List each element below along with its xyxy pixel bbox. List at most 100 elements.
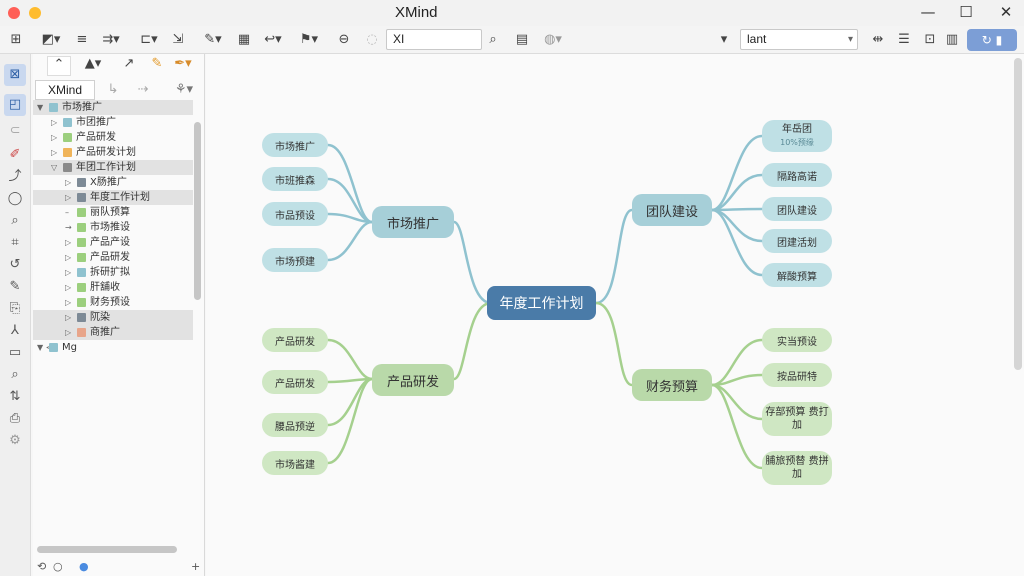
structure-icon[interactable]: ⊏▾ <box>134 29 164 51</box>
tree-item[interactable]: ▷ 年度工作计划 <box>33 190 193 205</box>
subtopic-market-3[interactable]: 市品预设 <box>262 202 328 226</box>
canvas-scrollbar[interactable] <box>1014 58 1022 370</box>
tree-item[interactable]: ▷ 市团推广 <box>33 115 193 130</box>
stats-icon[interactable]: ▥ <box>942 29 962 51</box>
tree-expand-icon[interactable]: ▷ <box>65 295 71 310</box>
tree-item[interactable]: ▼ 市场推广 <box>33 100 193 115</box>
search-rail-icon[interactable]: ⌕ <box>4 364 26 386</box>
arrow-tool-icon[interactable]: ↗ <box>119 56 139 76</box>
search-icon[interactable]: ⌕ <box>484 29 502 51</box>
add-topic-button[interactable]: + <box>191 560 200 573</box>
subtopic-finance-2[interactable]: 按品研特 <box>762 363 832 387</box>
connector-icon[interactable]: ⤴ <box>4 166 26 188</box>
tree-item[interactable]: → 市场推设 <box>33 220 193 235</box>
edit-icon[interactable]: ✎ <box>4 276 26 298</box>
settings-icon[interactable]: ⚙ <box>4 430 26 452</box>
root-topic[interactable]: 年度工作计划 <box>487 286 596 320</box>
tree-expand-icon[interactable]: ▷ <box>65 310 71 325</box>
tree-expand-icon[interactable]: ▷ <box>65 280 71 295</box>
sort-icon[interactable]: ⇅ <box>4 386 26 408</box>
brush-icon[interactable]: ✐ <box>4 144 26 166</box>
tree-item[interactable]: ▷ 肝舖收 <box>33 280 193 295</box>
main-topic-team[interactable]: 团队建设 <box>632 194 712 226</box>
zoom-out-icon[interactable]: ⊖ <box>334 29 354 51</box>
tree-expand-icon[interactable]: ▷ <box>51 115 57 130</box>
subtopic-team-5[interactable]: 解酸预算 <box>762 263 832 287</box>
share-icon[interactable]: ◍▾ <box>538 29 568 51</box>
refresh-icon[interactable]: ⟲ <box>37 560 46 573</box>
subtopic-product-1[interactable]: 产品研发 <box>262 328 328 352</box>
ellipse-icon[interactable]: ◯ <box>4 188 26 210</box>
branch-panel-icon[interactable]: ⇢ <box>133 82 153 102</box>
tree-expand-icon[interactable]: ▷ <box>65 250 71 265</box>
list-icon[interactable]: ☰ <box>894 29 914 51</box>
tree-item[interactable]: ▷ 产品研发计划 <box>33 145 193 160</box>
theme-icon[interactable]: ▦ <box>234 29 254 51</box>
split-icon[interactable]: ⅄ <box>4 320 26 342</box>
branch-icon[interactable]: ⇲ <box>168 29 188 51</box>
align-icon[interactable]: ≡ <box>72 29 92 51</box>
subtopic-market-1[interactable]: 市场推广 <box>262 133 328 157</box>
line-tool-icon[interactable]: ⌃ <box>47 56 71 76</box>
search-input[interactable]: XI <box>386 29 482 50</box>
panel-scrollbar-vertical[interactable] <box>194 122 201 300</box>
fill-tool-icon[interactable]: ▲▾ <box>81 56 105 76</box>
tree-item[interactable]: ▷ 产品产设 <box>33 235 193 250</box>
info-icon[interactable]: ● <box>79 560 89 573</box>
subtopic-product-2[interactable]: 产品研发 <box>262 370 328 394</box>
panel-scrollbar-horizontal[interactable] <box>37 546 177 553</box>
select-tool-icon[interactable]: ⊠ <box>4 64 26 86</box>
tree-expand-icon[interactable]: – <box>65 205 69 220</box>
rotate-icon[interactable]: ↺ <box>4 254 26 276</box>
zoom-icon[interactable]: ⌕ <box>4 210 26 232</box>
subtopic-product-3[interactable]: 腰品预逆 <box>262 413 328 437</box>
subtopic-finance-4[interactable]: 脯旅预替 费拼加 <box>762 451 832 485</box>
mindmap-canvas[interactable]: 年度工作计划 市场推广 产品研发 团队建设 财务预算 市场推广 市班推森 市品预… <box>206 54 1024 576</box>
tree-item[interactable]: ▷ 阢染 <box>33 310 193 325</box>
marker-icon[interactable]: ⚑▾ <box>294 29 324 51</box>
topic-style-icon[interactable]: ◩▾ <box>36 29 66 51</box>
close-icon[interactable]: ✕ <box>996 3 1016 21</box>
subtopic-team-1[interactable]: 年岳团 10%预缘 <box>762 120 832 152</box>
main-topic-finance[interactable]: 财务预算 <box>632 369 712 401</box>
outline-icon[interactable]: ⊡ <box>920 29 940 51</box>
tree-item[interactable]: ▷ 拆研扩拟 <box>33 265 193 280</box>
pen-tool-icon[interactable]: ✒▾ <box>173 56 193 76</box>
tree-item[interactable]: ▷ 产品研发 <box>33 130 193 145</box>
subtopic-finance-1[interactable]: 实当预设 <box>762 328 832 352</box>
tree-expand-icon[interactable]: ▼ <box>37 100 43 115</box>
dropdown-icon[interactable]: ▾ <box>716 29 732 51</box>
tree-expand-icon[interactable]: ▷ <box>65 235 71 250</box>
subtopic-team-2[interactable]: 隔路高诺 <box>762 163 832 187</box>
main-topic-market[interactable]: 市场推广 <box>372 206 454 238</box>
minimize-window-button[interactable] <box>29 7 41 19</box>
highlighter-icon[interactable]: ✎ <box>147 56 167 76</box>
tree-item[interactable]: ▷ 商推广 <box>33 325 193 340</box>
subtopic-market-2[interactable]: 市班推森 <box>262 167 328 191</box>
tree-item[interactable]: ▷ 产品研发 <box>33 250 193 265</box>
relationship-icon[interactable]: ↩▾ <box>258 29 288 51</box>
tree-item[interactable]: – 丽队预算 <box>33 205 193 220</box>
tree-expand-icon[interactable]: ▷ <box>51 145 57 160</box>
document-icon[interactable]: ⎙ <box>4 408 26 430</box>
pen-icon[interactable]: ✎▾ <box>198 29 228 51</box>
crop-icon[interactable]: ⌗ <box>4 232 26 254</box>
tree-item[interactable]: ▷ 财务预设 <box>33 295 193 310</box>
tree-expand-icon[interactable]: ▷ <box>51 130 57 145</box>
subtopic-team-4[interactable]: 团建活划 <box>762 229 832 253</box>
tree-expand-icon[interactable]: ▷ <box>65 265 71 280</box>
layout-icon[interactable]: ⇉▾ <box>96 29 126 51</box>
tree-item[interactable]: ▼ < Mg <box>33 340 193 355</box>
tree-expand-icon[interactable]: ▷ <box>65 175 71 190</box>
panel-tab-xmind[interactable]: XMind <box>35 80 95 100</box>
attach-icon[interactable]: ⎘ <box>4 298 26 320</box>
curve-icon[interactable]: ↳ <box>103 82 123 102</box>
present-button[interactable]: ↻ ▮ <box>967 29 1017 51</box>
minimize-icon[interactable]: — <box>918 3 938 21</box>
close-window-button[interactable] <box>8 7 20 19</box>
layout-panel-icon[interactable]: ⚘▾ <box>167 82 201 102</box>
tree-expand-icon[interactable]: ▽ <box>51 160 57 175</box>
subtopic-finance-3[interactable]: 存部预算 费打加 <box>762 402 832 436</box>
subtopic-team-3[interactable]: 团队建设 <box>762 197 832 221</box>
magnet-icon[interactable]: ⊂ <box>4 120 26 142</box>
